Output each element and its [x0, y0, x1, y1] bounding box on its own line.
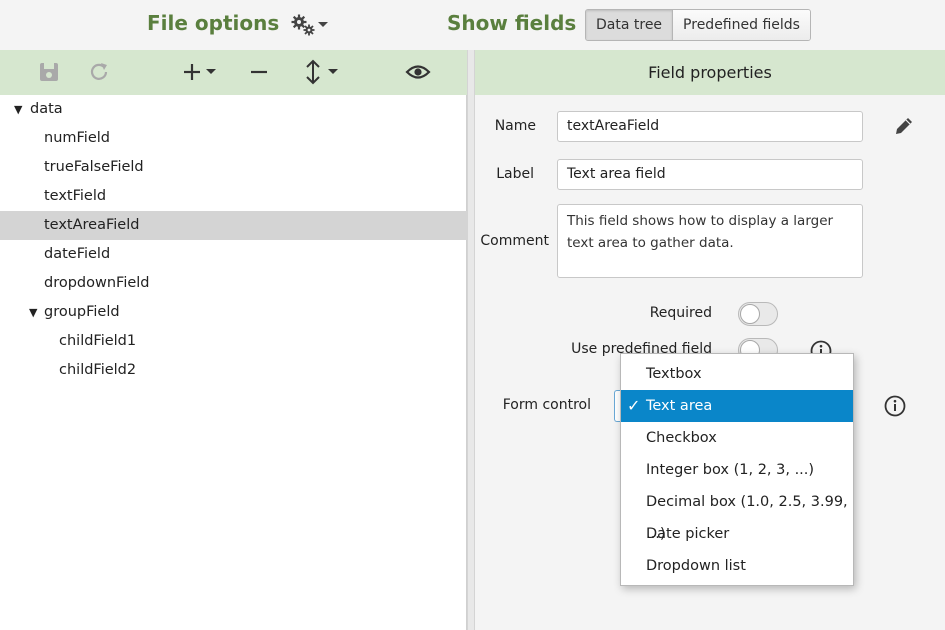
option-label: Checkbox	[646, 430, 717, 446]
tree-item-numfield[interactable]: numField	[0, 124, 467, 153]
tree-item-textareafield[interactable]: textAreaField	[0, 211, 467, 240]
option-checkbox[interactable]: Checkbox	[621, 422, 853, 454]
tree-item-label: textField	[44, 188, 107, 204]
tree-item-label: childField2	[59, 362, 137, 378]
data-tree: ▼ data numField trueFalseField textField…	[0, 95, 467, 630]
option-decimal-box[interactable]: Decimal box (1.0, 2.5, 3.99, ...)	[621, 486, 853, 542]
option-date-picker[interactable]: Date picker	[621, 518, 853, 550]
comment-textarea[interactable]: This field shows how to display a larger…	[557, 204, 863, 278]
name-field[interactable]: textAreaField	[557, 111, 863, 142]
option-text-area[interactable]: ✓ Text area	[621, 390, 853, 422]
tree-item-data[interactable]: ▼ data	[0, 95, 467, 124]
tree-item-label: trueFalseField	[44, 159, 144, 175]
option-dropdown-list[interactable]: Dropdown list	[621, 550, 853, 582]
tab-data-tree[interactable]: Data tree	[586, 10, 673, 40]
tree-item-dropdownfield[interactable]: dropdownField	[0, 269, 467, 298]
preview-eye-icon[interactable]	[403, 58, 433, 86]
option-label: Textbox	[646, 366, 702, 382]
label-field[interactable]: Text area field	[557, 159, 863, 190]
option-label: Integer box (1, 2, 3, ...)	[646, 462, 815, 478]
edit-pencil-icon[interactable]	[892, 114, 916, 138]
tree-item-label: groupField	[44, 304, 120, 320]
name-label: Name	[494, 118, 536, 134]
tree-toolbar	[0, 50, 467, 95]
expand-triangle-icon[interactable]: ▼	[14, 95, 22, 124]
form-control-dropdown: Textbox ✓ Text area Checkbox Integer box…	[620, 353, 854, 586]
save-icon[interactable]	[36, 58, 62, 86]
tree-item-label: numField	[44, 130, 110, 146]
comment-label: Comment	[480, 233, 549, 249]
tree-item-childfield1[interactable]: childField1	[0, 327, 467, 356]
checkmark-icon: ✓	[627, 396, 641, 415]
field-properties-header: Field properties	[475, 50, 945, 95]
option-label: Dropdown list	[646, 558, 746, 574]
tree-item-textfield[interactable]: textField	[0, 182, 467, 211]
label-label: Label	[496, 166, 534, 182]
tree-item-label: data	[30, 101, 63, 117]
option-label: Date picker	[646, 526, 730, 542]
option-label: Text area	[646, 398, 713, 414]
form-control-label: Form control	[502, 397, 591, 413]
move-icon[interactable]	[302, 58, 342, 86]
tree-item-label: textAreaField	[44, 217, 140, 233]
expand-triangle-icon[interactable]: ▼	[29, 298, 37, 327]
tree-item-groupfield[interactable]: ▼ groupField	[0, 298, 467, 327]
required-label: Required	[649, 305, 712, 321]
tree-item-truefalsefield[interactable]: trueFalseField	[0, 153, 467, 182]
view-toggle: Data tree Predefined fields	[585, 9, 811, 41]
tree-item-label: childField1	[59, 333, 137, 349]
add-icon[interactable]	[180, 58, 220, 86]
refresh-icon[interactable]	[86, 58, 112, 86]
tree-item-label: dropdownField	[44, 275, 150, 291]
tree-item-label: dateField	[44, 246, 111, 262]
option-textbox[interactable]: Textbox	[621, 358, 853, 390]
info-icon[interactable]	[884, 395, 906, 417]
show-fields-title: Show fields	[447, 11, 577, 35]
remove-icon[interactable]	[246, 58, 272, 86]
file-options-title: File options	[147, 11, 280, 35]
tree-item-datefield[interactable]: dateField	[0, 240, 467, 269]
tab-predefined-fields[interactable]: Predefined fields	[672, 10, 810, 40]
panel-splitter[interactable]	[467, 50, 475, 630]
settings-gear-icon[interactable]	[290, 12, 330, 38]
top-bar: File options Show fields Data tree Prede…	[0, 0, 945, 50]
required-toggle[interactable]	[738, 302, 778, 326]
option-integer-box[interactable]: Integer box (1, 2, 3, ...)	[621, 454, 853, 486]
tree-item-childfield2[interactable]: childField2	[0, 356, 467, 385]
